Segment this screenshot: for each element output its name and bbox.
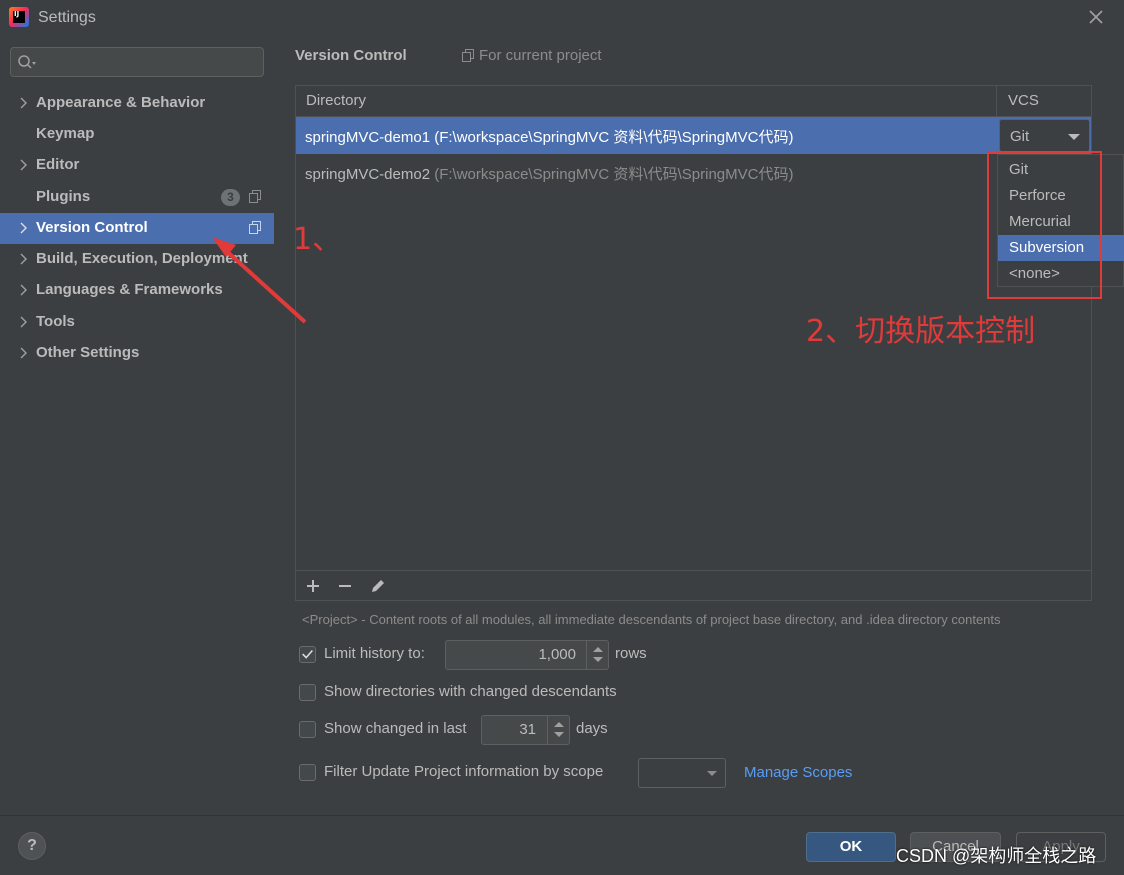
filter-update-label: Filter Update Project information by sco… [324,763,604,780]
arrow-down-icon[interactable] [593,657,603,662]
remove-icon[interactable] [335,576,355,596]
add-icon[interactable] [303,576,323,596]
limit-history-spinner[interactable]: 1,000 [445,640,609,670]
directory-cell: springMVC-demo1 (F:\workspace\SpringMVC … [305,126,793,147]
sidebar-item-keymap[interactable]: Keymap [0,119,274,150]
chevron-down-icon [707,771,717,776]
sidebar-item-label: Version Control [36,219,148,236]
project-scope-icon [462,49,474,62]
sidebar-item-label: Languages & Frameworks [36,281,223,298]
chevron-right-icon[interactable] [18,159,28,171]
chevron-right-icon[interactable] [18,97,28,109]
sidebar-item-label: Appearance & Behavior [36,94,206,111]
column-header-directory[interactable]: Directory [296,86,997,117]
table-toolbar [296,570,1091,600]
column-header-vcs[interactable]: VCS [997,86,1091,117]
arrow-up-icon[interactable] [554,722,564,727]
title-bar: IJ Settings [0,0,1124,36]
module-name: springMVC-demo1 [305,129,431,146]
spinner-arrows[interactable] [586,641,608,669]
scope-label: For current project [479,47,602,64]
sidebar-item-label: Plugins [36,188,91,205]
sidebar-item-editor[interactable]: Editor [0,150,274,181]
sidebar-item-label: Tools [36,313,75,330]
chevron-right-icon[interactable] [18,316,28,328]
settings-sidebar: Appearance & Behavior Keymap Editor Plug… [0,36,274,815]
arrow-down-icon[interactable] [554,732,564,737]
search-icon [18,55,36,69]
chevron-right-icon[interactable] [18,284,28,296]
vcs-select[interactable]: Git [999,119,1090,152]
chevron-right-icon[interactable] [18,347,28,359]
module-name: springMVC-demo2 [305,166,431,183]
chevron-down-icon [1068,134,1080,140]
sidebar-item-label: Keymap [36,125,95,142]
project-hint: <Project> - Content roots of all modules… [302,612,1001,627]
ok-button[interactable]: OK [806,832,896,862]
show-dirs-checkbox[interactable] [299,684,316,701]
days-suffix: days [576,720,608,737]
module-path: (F:\workspace\SpringMVC 资料\代码\SpringMVC代… [434,129,794,146]
edit-icon[interactable] [368,576,388,596]
intellij-logo-icon: IJ [9,7,29,27]
window-title: Settings [38,9,96,26]
close-icon[interactable] [1085,6,1107,28]
spinner-value[interactable]: 1,000 [446,646,576,663]
limit-history-checkbox[interactable] [299,646,316,663]
scope-select[interactable] [638,758,726,788]
spinner-value[interactable]: 31 [482,721,536,738]
show-changed-label: Show changed in last [324,720,467,737]
chevron-right-icon[interactable] [18,253,28,265]
vcs-selected-value: Git [1010,128,1030,145]
spinner-arrows[interactable] [547,716,569,744]
show-changed-spinner[interactable]: 31 [481,715,570,745]
sidebar-item-plugins[interactable]: Plugins 3 [0,182,274,213]
limit-history-label: Limit history to: [324,645,425,662]
page-title: Version Control [295,47,407,64]
sidebar-item-other-settings[interactable]: Other Settings [0,338,274,369]
search-input[interactable] [45,52,255,72]
annotation-step-1: 1、 [293,222,343,257]
show-changed-checkbox[interactable] [299,721,316,738]
arrow-up-icon[interactable] [593,647,603,652]
filter-update-checkbox[interactable] [299,764,316,781]
sidebar-item-appearance[interactable]: Appearance & Behavior [0,88,274,119]
manage-scopes-link[interactable]: Manage Scopes [744,764,852,781]
rows-suffix: rows [615,645,647,662]
sidebar-item-label: Editor [36,156,80,173]
chevron-right-icon[interactable] [18,222,28,234]
annotation-step-2: 2、切换版本控制 [806,314,1036,349]
directory-cell: springMVC-demo2 (F:\workspace\SpringMVC … [305,163,793,184]
sidebar-item-label: Other Settings [36,344,140,361]
watermark: CSDN @架构师全栈之路 [896,846,1097,866]
table-row[interactable]: springMVC-demo2 (F:\workspace\SpringMVC … [296,154,1091,191]
plugin-updates-badge: 3 [221,189,240,206]
table-row[interactable]: springMVC-demo1 (F:\workspace\SpringMVC … [296,117,1091,154]
project-scope-icon [249,190,261,203]
show-dirs-label: Show directories with changed descendant… [324,683,617,700]
checkmark-icon [302,650,313,659]
module-path: (F:\workspace\SpringMVC 资料\代码\SpringMVC代… [434,166,794,183]
annotation-highlight-box [987,151,1102,299]
search-field[interactable] [10,47,264,77]
help-button[interactable]: ? [18,832,46,860]
